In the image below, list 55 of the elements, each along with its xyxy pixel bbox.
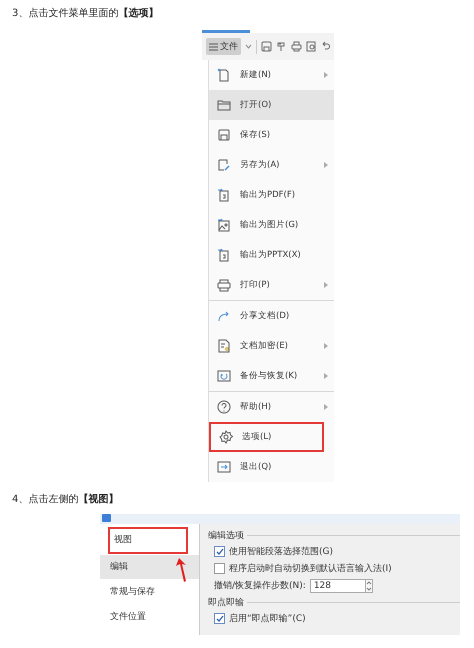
menu-item[interactable]: 退出(Q): [209, 452, 334, 482]
print-icon: [217, 278, 231, 292]
checkbox[interactable]: [214, 546, 225, 557]
menu-item[interactable]: 打印(P): [209, 270, 334, 301]
menu-item[interactable]: 文档加密(E): [209, 331, 334, 361]
menu-icon: [209, 42, 218, 50]
save-as-icon: [217, 158, 231, 172]
checkbox[interactable]: [214, 563, 225, 574]
menu-item[interactable]: 新建(N): [209, 60, 334, 90]
field-label: 撤销/恢复操作步数(N):: [214, 580, 306, 592]
backup-icon: [217, 369, 231, 383]
checkbox-label: 程序启动时自动切换到默认语言输入法(I): [229, 562, 392, 575]
encrypted-file-icon: [217, 339, 231, 353]
chevron-icon: [245, 44, 252, 49]
pointer-arrow: [175, 557, 189, 583]
menu-item[interactable]: 帮助(H): [209, 392, 334, 422]
save-icon: [217, 128, 231, 142]
save-icon: [261, 41, 272, 52]
exit-icon: [217, 460, 231, 474]
menu-item[interactable]: 输出为PPTX(X): [209, 240, 334, 270]
export-file-icon: [217, 188, 231, 202]
menu-item[interactable]: 打开(O): [209, 90, 334, 120]
share-icon: [217, 309, 231, 323]
number-field[interactable]: 128: [310, 578, 366, 592]
checkbox-label: 使用智能段落选择范围(G): [229, 546, 333, 558]
undo-icon: [321, 41, 330, 52]
menu-item[interactable]: 备份与恢复(K): [209, 361, 334, 392]
sidebar-item[interactable]: 常规与保存: [100, 580, 199, 604]
brush-icon: [276, 41, 287, 52]
sidebar-item[interactable]: 视图: [108, 527, 188, 554]
new-file-icon: [217, 68, 231, 82]
step-heading: 3、点击文件菜单里面的【选项】: [11, 6, 160, 21]
help-icon: [217, 400, 231, 414]
checkbox[interactable]: [214, 613, 225, 624]
preview-icon: [306, 41, 317, 52]
folder-icon: [217, 98, 231, 112]
step-heading: 4、点击左侧的【视图】: [11, 492, 120, 507]
print-icon: [291, 41, 302, 52]
group-title: 编辑选项: [208, 530, 244, 542]
checkbox-label: 启用“即点即输”(C): [229, 612, 306, 625]
file-menu-button[interactable]: 文件: [206, 38, 241, 55]
sidebar-item[interactable]: 编辑: [100, 555, 199, 579]
menu-item[interactable]: 分享文档(D): [209, 301, 334, 331]
menu-item[interactable]: 另存为(A): [209, 150, 334, 180]
tab-strip: [202, 30, 250, 33]
settings-icon: [219, 430, 233, 444]
sidebar-item[interactable]: 文件位置: [100, 605, 199, 629]
image-file-icon: [217, 218, 231, 232]
export-file-icon: [217, 248, 231, 262]
menu-item[interactable]: 保存(S): [209, 120, 334, 150]
app-icon: [102, 514, 111, 522]
menu-item[interactable]: 选项(L): [209, 422, 324, 452]
menu-item[interactable]: 输出为图片(G): [209, 210, 334, 240]
menu-item[interactable]: 输出为PDF(F): [209, 180, 334, 210]
group-title: 即点即输: [208, 596, 244, 608]
